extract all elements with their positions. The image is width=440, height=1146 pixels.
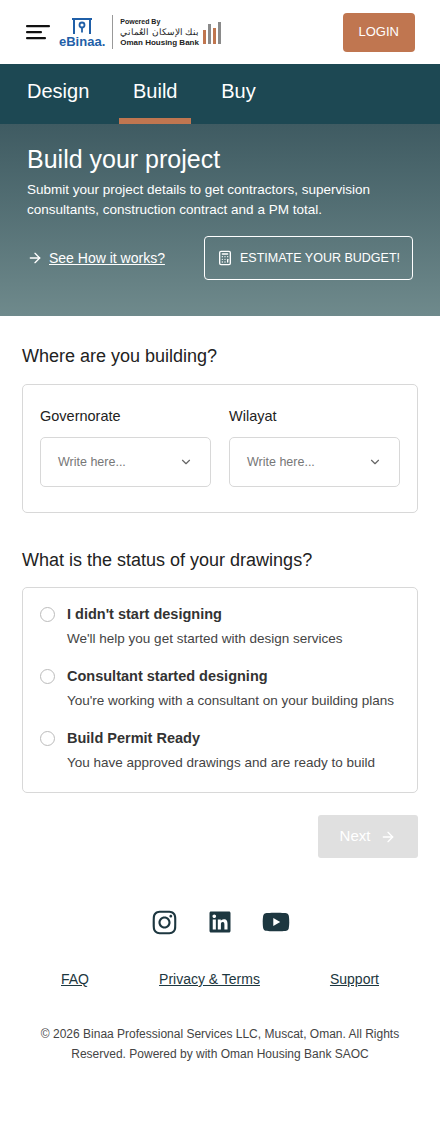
calculator-icon	[217, 250, 233, 266]
copyright: © 2026 Binaa Professional Services LLC, …	[20, 1024, 420, 1064]
footer-link[interactable]: Support	[330, 969, 379, 990]
option-title: I didn't start designing	[67, 605, 342, 623]
chevron-down-icon	[179, 455, 193, 469]
select-field: Wilayat Write here...	[229, 407, 400, 487]
estimate-budget-button[interactable]: ESTIMATE YOUR BUDGET!	[204, 236, 413, 280]
tab-bar: Design Build Buy	[0, 64, 440, 124]
radio-button[interactable]	[40, 669, 55, 684]
option-description: You have approved drawings and are ready…	[67, 753, 375, 773]
arrow-right-icon	[380, 829, 396, 845]
section-title: Where are you building?	[22, 344, 418, 368]
radio-option[interactable]: Consultant started designing You're worki…	[40, 667, 400, 711]
option-title: Build Permit Ready	[67, 729, 375, 747]
logo-name: eBinaa.	[59, 35, 105, 49]
radio-option[interactable]: I didn't start designing We'll help you g…	[40, 605, 400, 649]
option-title: Consultant started designing	[67, 667, 394, 685]
bank-logo-icon	[202, 20, 224, 44]
hero-title: Build your project	[27, 144, 413, 174]
linkedin-icon[interactable]	[208, 910, 232, 934]
logo-divider	[112, 15, 113, 49]
footer-links: FAQ Privacy & Terms Support	[61, 969, 379, 990]
chevron-down-icon	[368, 455, 382, 469]
drawings-section: What is the status of your drawings? I di…	[0, 513, 440, 793]
powered-by: Powered By	[120, 17, 199, 27]
field-label: Wilayat	[229, 407, 400, 425]
instagram-icon[interactable]	[151, 909, 178, 936]
hero-description: Submit your project details to get contr…	[27, 180, 413, 220]
field-label: Governorate	[40, 407, 211, 425]
select-input[interactable]: Write here...	[229, 437, 400, 487]
footer-link[interactable]: FAQ	[61, 969, 89, 990]
arrow-right-icon	[27, 250, 43, 266]
tab[interactable]: Build	[119, 64, 191, 124]
menu-icon[interactable]	[26, 24, 50, 40]
option-description: We'll help you get started with design s…	[67, 629, 342, 649]
header: eBinaa. Powered Byبنك الإسكان العُمانيOma…	[0, 0, 440, 64]
tab[interactable]: Buy	[221, 64, 255, 124]
radio-button[interactable]	[40, 731, 55, 746]
select-field: Governorate Write here...	[40, 407, 211, 487]
drawings-card: I didn't start designing We'll help you g…	[22, 587, 418, 793]
bank-arabic: بنك الإسكان العُماني	[120, 27, 199, 38]
option-description: You're working with a consultant on your…	[67, 691, 394, 711]
select-input[interactable]: Write here...	[40, 437, 211, 487]
how-it-works-link[interactable]: See How it works?	[27, 248, 165, 269]
logo[interactable]: eBinaa. Powered Byبنك الإسكان العُمانيOma…	[59, 15, 224, 49]
next-button[interactable]: Next	[318, 815, 418, 858]
radio-button[interactable]	[40, 607, 55, 622]
social-links	[151, 908, 290, 936]
location-card: Governorate Write here... Wilayat Write her…	[22, 384, 418, 513]
youtube-icon[interactable]	[262, 908, 290, 936]
page: eBinaa. Powered Byبنك الإسكان العُمانيOma…	[0, 0, 440, 1146]
section-title: What is the status of your drawings?	[22, 548, 418, 572]
ebinaa-logo-icon	[71, 15, 93, 35]
location-section: Where are you building? Governorate Write …	[0, 316, 440, 513]
tab[interactable]: Design	[27, 64, 89, 124]
bank-english: Oman Housing Bank	[120, 38, 199, 48]
login-button[interactable]: LOGIN	[343, 13, 415, 52]
footer-link[interactable]: Privacy & Terms	[159, 969, 260, 990]
footer: FAQ Privacy & Terms Support © 2026 Binaa Pr…	[0, 858, 440, 1094]
hero: Build your project Submit your project de…	[0, 124, 440, 316]
radio-option[interactable]: Build Permit Ready You have approved draw…	[40, 729, 400, 773]
